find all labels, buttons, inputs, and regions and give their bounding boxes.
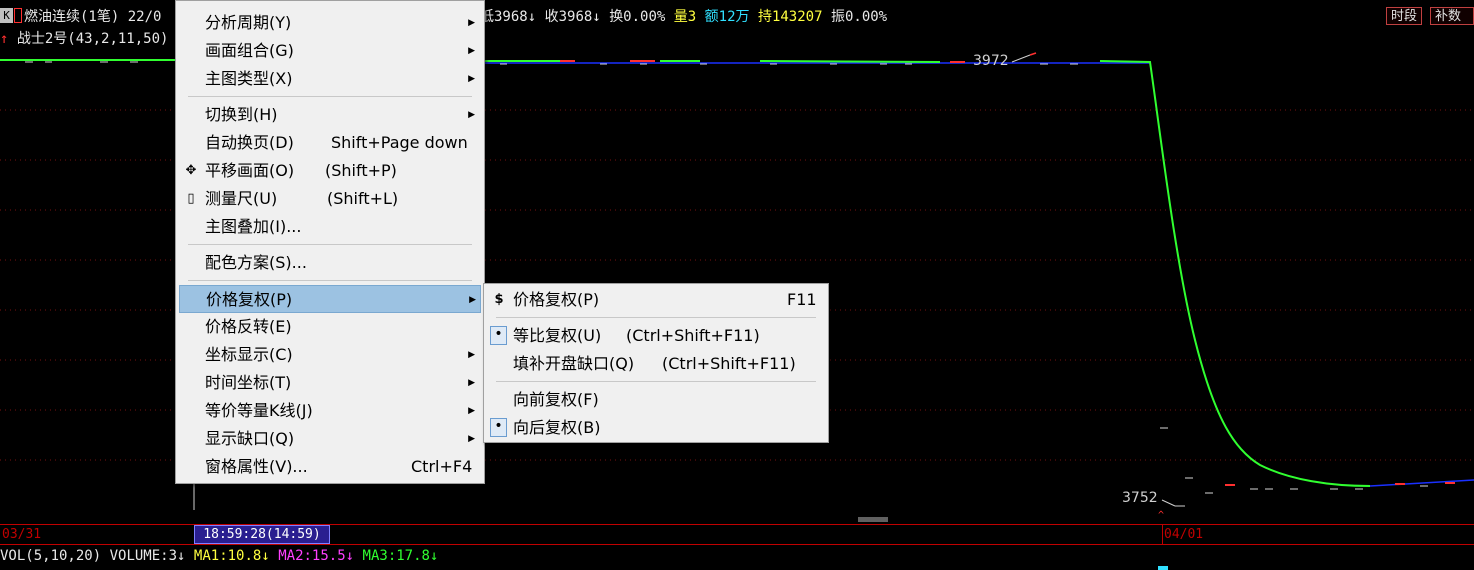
- menu-item-time-axis[interactable]: 时间坐标(T) ▶: [179, 369, 479, 397]
- menu-item-pane-properties[interactable]: 窗格属性(V)... Ctrl+F4: [179, 453, 479, 481]
- menu-item-color-scheme[interactable]: 配色方案(S)...: [179, 249, 479, 277]
- context-menu: 分析周期(Y) ▶ 画面组合(G) ▶ 主图类型(X) ▶ 切换到(H) ▶ 自…: [175, 0, 485, 484]
- vol-value: VOLUME:3: [109, 548, 178, 564]
- fill-data-button[interactable]: 补数据: [1430, 7, 1474, 25]
- scroll-thumb[interactable]: [858, 517, 888, 522]
- up-arrow-icon: ↑: [0, 31, 9, 47]
- menu-separator: [496, 381, 816, 382]
- submenu-item-forward-adjust[interactable]: 向前复权(F): [487, 386, 823, 414]
- chevron-right-icon: ▶: [468, 378, 475, 388]
- submenu-item-fill-gap[interactable]: 填补开盘缺口(Q) (Ctrl+Shift+F11): [487, 350, 823, 378]
- chevron-right-icon: ▶: [468, 406, 475, 416]
- volume-indicator-bar: VOL(5,10,20) VOLUME:3↓ MA1:10.8↓ MA2:15.…: [0, 548, 438, 568]
- volume: 量3: [673, 9, 697, 25]
- down-arrow-icon: ↓: [345, 548, 355, 564]
- menu-item-auto-page[interactable]: 自动换页(D) Shift+Page down: [179, 129, 479, 157]
- vol-ma3: MA3:17.8: [362, 548, 430, 564]
- turnover: 换0.00%: [609, 9, 666, 25]
- date-left: 03/31: [2, 527, 42, 542]
- menu-item-pan[interactable]: ✥ 平移画面(O) (Shift+P): [179, 157, 479, 185]
- cyan-mark: [1158, 566, 1168, 570]
- cursor-time: 18:59:28(14:59): [194, 525, 330, 544]
- contract-title: 燃油连续(1笔) 22/0: [24, 9, 162, 25]
- amplitude: 振0.00%: [830, 9, 888, 25]
- down-arrow-icon: ↓: [429, 548, 439, 564]
- high-marker: [1011, 54, 1031, 63]
- k-button[interactable]: K: [0, 8, 13, 23]
- check-bullet-icon: •: [490, 326, 507, 345]
- price-line-blue-tail: [1369, 479, 1474, 487]
- date-marker: ^: [1158, 510, 1164, 521]
- vol-prefix: VOL(5,10,20): [0, 548, 102, 564]
- date-right: 04/01: [1164, 527, 1204, 542]
- chevron-right-icon: ▶: [468, 110, 475, 120]
- menu-item-ruler[interactable]: ▯ 测量尺(U) (Shift+L): [179, 185, 479, 213]
- price-adjust-submenu: $ 价格复权(P) F11 • 等比复权(U) (Ctrl+Shift+F11)…: [483, 283, 829, 443]
- chevron-right-icon: ▶: [468, 350, 475, 360]
- hold: 持143207: [757, 9, 823, 25]
- menu-item-show-gaps[interactable]: 显示缺口(Q) ▶: [179, 425, 479, 453]
- down-arrow-icon: ↓: [261, 548, 270, 564]
- down-arrow-icon: ↓: [527, 9, 537, 25]
- submenu-item-backward-adjust[interactable]: • 向后复权(B): [487, 414, 823, 442]
- menu-item-axis-display[interactable]: 坐标显示(C) ▶: [179, 341, 479, 369]
- submenu-item-price-adjust[interactable]: $ 价格复权(P) F11: [487, 286, 823, 314]
- chevron-right-icon: ▶: [469, 295, 476, 305]
- menu-item-price-invert[interactable]: 价格反转(E): [179, 313, 479, 341]
- dollar-icon: $: [494, 292, 504, 307]
- menu-separator: [496, 317, 816, 318]
- chevron-right-icon: ▶: [468, 434, 475, 444]
- down-arrow-icon: ↓: [177, 548, 186, 564]
- menu-item-main-chart-type[interactable]: 主图类型(X) ▶: [179, 65, 479, 93]
- submenu-item-proportional[interactable]: • 等比复权(U) (Ctrl+Shift+F11): [487, 322, 823, 350]
- low-marker: [1161, 499, 1185, 507]
- low-price: 低3968: [480, 9, 528, 25]
- low-price-label: 3752: [1122, 490, 1158, 506]
- menu-item-price-adjust[interactable]: 价格复权(P) ▶: [179, 285, 481, 313]
- vol-ma2: MA2:15.5: [278, 548, 346, 564]
- check-bullet-icon: •: [490, 418, 507, 437]
- menu-item-switch-to[interactable]: 切换到(H) ▶: [179, 101, 479, 129]
- menu-item-equivolume[interactable]: 等价等量K线(J) ▶: [179, 397, 479, 425]
- ruler-icon: ▯: [187, 191, 195, 206]
- high-price-label: 3972: [973, 53, 1009, 69]
- vol-ma1: MA1:10.8: [193, 548, 262, 564]
- chevron-right-icon: ▶: [468, 74, 475, 84]
- close-chart-box[interactable]: [14, 8, 22, 23]
- close-price: 收3968: [544, 9, 593, 25]
- down-arrow-icon: ↓: [592, 9, 601, 25]
- chevron-right-icon: ▶: [468, 18, 475, 28]
- chevron-right-icon: ▶: [468, 46, 475, 56]
- menu-item-overlay[interactable]: 主图叠加(I)...: [179, 213, 479, 241]
- menu-item-layout[interactable]: 画面组合(G) ▶: [179, 37, 479, 65]
- indicator-row: ↑ 战士2号(43,2,11,50): [0, 28, 168, 48]
- quote-info: 低3968↓ 收3968↓ 换0.00% 量3 额12万 持143207 振0.…: [480, 6, 887, 26]
- indicator-label: 战士2号(43,2,11,50): [16, 31, 169, 47]
- menu-item-analysis-period[interactable]: 分析周期(Y) ▶: [179, 9, 479, 37]
- amount: 额12万: [704, 9, 750, 25]
- menu-separator: [188, 96, 472, 97]
- date-divider: [1162, 525, 1163, 544]
- menu-separator: [188, 280, 472, 281]
- period-button[interactable]: 时段: [1386, 7, 1423, 25]
- menu-separator: [188, 244, 472, 245]
- move-icon: ✥: [185, 163, 197, 178]
